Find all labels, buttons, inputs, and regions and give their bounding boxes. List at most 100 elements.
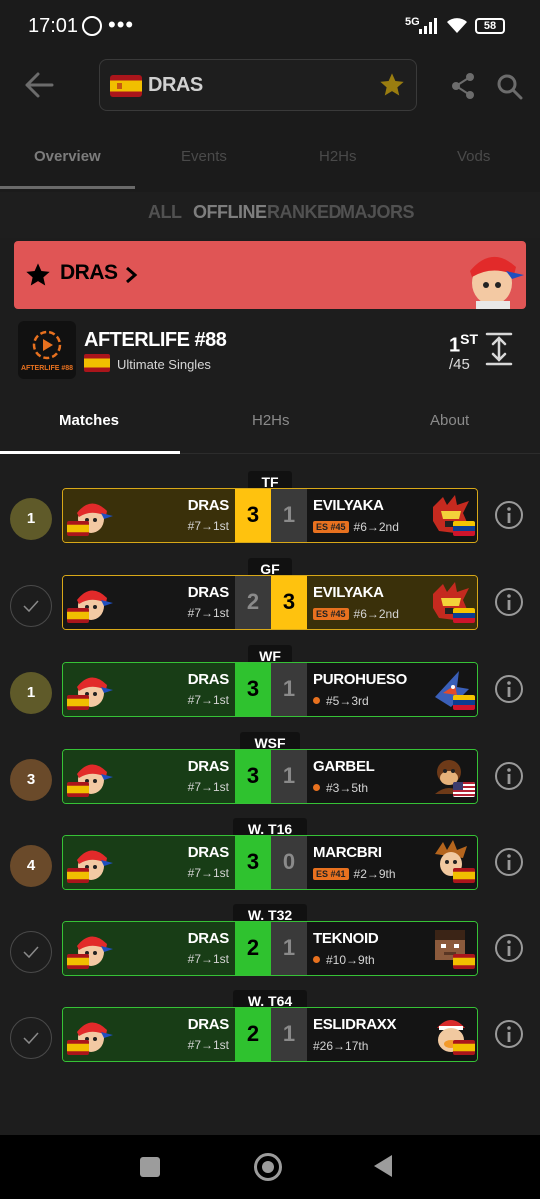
info-icon[interactable]	[494, 847, 524, 877]
match-row[interactable]: TF 1 DRAS #7→1st 3 1 EVILYAKA ES #45 #6→2nd	[0, 455, 540, 543]
player1-name: DRAS	[187, 584, 230, 601]
event-placement: 1ST	[449, 331, 479, 357]
player2-panel: ESLIDRAXX #26→17th	[307, 1008, 477, 1061]
placement-badge: 4	[10, 845, 52, 887]
player2-seed: ES #45 #6→2nd	[313, 607, 399, 621]
player1-name: DRAS	[187, 758, 230, 775]
system-nav-bar	[0, 1135, 540, 1199]
venezuela-flag-icon	[453, 608, 475, 623]
filter-ranked[interactable]: RANKED	[267, 202, 342, 223]
player2-score: 1	[271, 750, 307, 803]
back-arrow-icon[interactable]	[22, 70, 56, 100]
check-icon	[10, 1017, 52, 1059]
filter-majors[interactable]: MAJORS	[340, 202, 415, 223]
tab-overview[interactable]: Overview	[34, 148, 101, 165]
player1-panel: DRAS #7→1st	[63, 576, 235, 629]
share-icon[interactable]	[450, 72, 476, 100]
match-card[interactable]: DRAS #7→1st 2 3 EVILYAKA ES #45 #6→2nd	[62, 575, 478, 630]
filter-row: ALL OFFLINE RANKED MAJORS	[0, 192, 540, 238]
star-icon	[26, 263, 50, 286]
check-icon	[10, 931, 52, 973]
player2-seed: #3→5th	[313, 781, 368, 795]
spain-flag-icon	[67, 521, 89, 536]
player1-name: DRAS	[187, 930, 230, 947]
match-card[interactable]: DRAS #7→1st 2 1 ESLIDRAXX #26→17th	[62, 1007, 478, 1062]
player2-panel: EVILYAKA ES #45 #6→2nd	[307, 576, 477, 629]
player2-name: GARBEL	[313, 758, 375, 775]
info-icon[interactable]	[494, 587, 524, 617]
player1-score: 2	[235, 922, 271, 975]
player2-seed: #26→17th	[313, 1039, 369, 1053]
status-time: 17:01	[28, 15, 79, 37]
match-card[interactable]: DRAS #7→1st 3 1 GARBEL #3→5th	[62, 749, 478, 804]
info-icon[interactable]	[494, 933, 524, 963]
favorite-star-icon[interactable]	[378, 71, 406, 99]
player2-score: 1	[271, 663, 307, 716]
match-card[interactable]: DRAS #7→1st 3 1 PUROHUESO #5→3rd	[62, 662, 478, 717]
whatsapp-icon	[82, 16, 102, 36]
sub-tabs: Matches H2Hs About	[0, 396, 540, 454]
event-logo-text: AFTERLIFE #88	[20, 365, 74, 372]
match-card[interactable]: DRAS #7→1st 3 0 MARCBRI ES #41 #2→9th	[62, 835, 478, 890]
info-icon[interactable]	[494, 761, 524, 791]
spain-flag-icon	[453, 868, 475, 883]
info-icon[interactable]	[494, 500, 524, 530]
player1-score: 3	[235, 489, 271, 542]
status-dot	[313, 697, 320, 704]
match-card[interactable]: DRAS #7→1st 3 1 EVILYAKA ES #45 #6→2nd	[62, 488, 478, 543]
tab-matches[interactable]: Matches	[59, 412, 119, 429]
match-row[interactable]: W. T32 DRAS #7→1st 2 1 TEKNOID #10→9th	[0, 888, 540, 976]
home-button[interactable]	[254, 1153, 282, 1181]
wifi-icon	[447, 18, 467, 33]
check-icon	[10, 585, 52, 627]
player2-name: EVILYAKA	[313, 497, 384, 514]
match-row[interactable]: WSF 3 DRAS #7→1st 3 1 GARBEL #3→5th	[0, 716, 540, 804]
info-icon[interactable]	[494, 1019, 524, 1049]
player1-panel: DRAS #7→1st	[63, 750, 235, 803]
event-name[interactable]: AFTERLIFE #88	[84, 329, 227, 352]
venezuela-flag-icon	[453, 521, 475, 536]
tab-h2hs-event[interactable]: H2Hs	[252, 412, 290, 429]
player1-seed: #7→1st	[187, 606, 229, 620]
filter-offline[interactable]: OFFLINE	[193, 202, 267, 223]
player1-score: 3	[235, 750, 271, 803]
player2-panel: TEKNOID #10→9th	[307, 922, 477, 975]
event-game: Ultimate Singles	[117, 357, 211, 372]
player1-panel: DRAS #7→1st	[63, 922, 235, 975]
player2-seed: #10→9th	[313, 953, 375, 967]
placement-badge: 1	[10, 672, 52, 714]
match-row[interactable]: W. T64 DRAS #7→1st 2 1 ESLIDRAXX #26→17th	[0, 974, 540, 1062]
player2-name: ESLIDRAXX	[313, 1016, 397, 1033]
match-row[interactable]: WF 1 DRAS #7→1st 3 1 PUROHUESO #5→3rd	[0, 629, 540, 717]
match-row[interactable]: W. T16 4 DRAS #7→1st 3 0 MARCBRI ES #41 #2→9th	[0, 802, 540, 890]
player2-name: PUROHUESO	[313, 671, 407, 688]
placement-badge: 3	[10, 759, 52, 801]
tab-h2hs[interactable]: H2Hs	[319, 148, 357, 165]
player2-panel: EVILYAKA ES #45 #6→2nd	[307, 489, 477, 542]
player1-score: 2	[235, 576, 271, 629]
player2-panel: PUROHUESO #5→3rd	[307, 663, 477, 716]
recents-button[interactable]	[140, 1157, 160, 1177]
ranking-tag: ES #45	[313, 521, 349, 533]
filter-all[interactable]: ALL	[148, 202, 182, 223]
ranking-tag: ES #41	[313, 868, 349, 880]
matches-list: TF 1 DRAS #7→1st 3 1 EVILYAKA ES #45 #6→2nd GF DRA…	[0, 455, 540, 1135]
app-bar: DRAS	[0, 52, 540, 118]
search-icon[interactable]	[497, 74, 523, 100]
tab-vods[interactable]: Vods	[457, 148, 490, 165]
tab-about[interactable]: About	[430, 412, 469, 429]
spain-flag-icon	[67, 782, 89, 797]
match-row[interactable]: GF DRAS #7→1st 2 3 EVILYAKA ES #45 #6→2nd	[0, 542, 540, 630]
info-icon[interactable]	[494, 674, 524, 704]
collapse-icon[interactable]	[485, 332, 513, 366]
tab-events[interactable]: Events	[181, 148, 227, 165]
back-button[interactable]	[374, 1155, 392, 1177]
player2-name: TEKNOID	[313, 930, 379, 947]
venezuela-flag-icon	[453, 695, 475, 710]
match-card[interactable]: DRAS #7→1st 2 1 TEKNOID #10→9th	[62, 921, 478, 976]
player2-score: 1	[271, 489, 307, 542]
spain-flag-icon	[84, 354, 110, 372]
network-type: 5G	[405, 16, 420, 28]
player-banner[interactable]: DRAS	[14, 241, 526, 309]
player-header[interactable]: DRAS	[99, 59, 417, 111]
